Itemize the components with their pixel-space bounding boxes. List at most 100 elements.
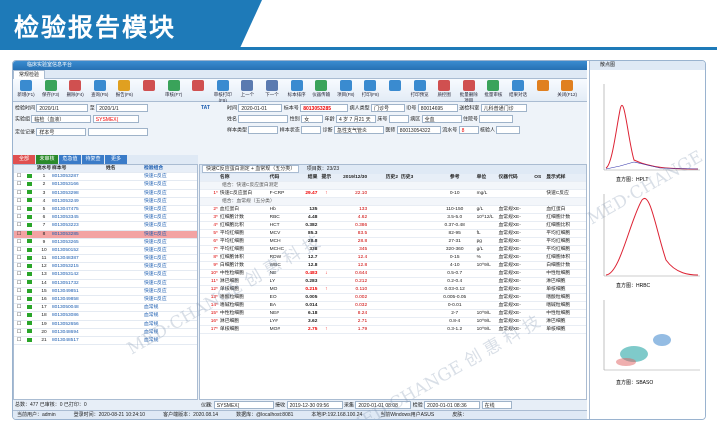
sample-checkbox[interactable]: ☐ [14,247,24,254]
sample-row[interactable]: ☐ 17 8013050048 血常规 [14,304,197,313]
sample-checkbox[interactable]: ☐ [14,288,24,295]
bed-input[interactable] [388,115,409,123]
sample-checkbox[interactable]: ☐ [14,280,24,287]
ward-select[interactable]: 全血 [421,115,462,123]
result-row[interactable]: 8* 红细胞体积 RDW 12.7 12.4 0-15% 血常规XE- 红细胞体积 [200,254,586,262]
sample-checkbox[interactable]: ☐ [14,206,24,213]
result-row[interactable]: 12* 单核细胞 MO 0.215 ↑ 0.110 0.03-0.12 血常规XE- 单核细胞 [200,286,586,294]
sex-select[interactable]: 女 [301,115,324,123]
toolbar-button-13[interactable]: 项目(F8) [335,80,357,98]
sample-no-input[interactable]: 8013053285 [300,104,349,112]
name-input[interactable] [238,115,289,123]
sample-checkbox[interactable]: ☐ [14,263,24,270]
diagnosis-input[interactable]: 急性支气管炎 [334,126,384,134]
toolbar-button-7[interactable] [187,80,209,92]
sample-row[interactable]: ☐ 9 8013053265 快速C反应 [14,239,197,247]
status-select[interactable]: 在线 [481,401,512,409]
sample-row[interactable]: ☐ 5 8013047475 快速C反应 [14,206,197,215]
result-row[interactable]: 9* 白细胞计数 WBC 12.8 12.8 4-10 10^9/L 血常规XE- 白细胞计数 [200,262,586,270]
toolbar-button-1[interactable]: 保存(F3) [40,80,62,98]
toolbar-button-9[interactable]: 上一个 [236,80,258,98]
result-tab[interactable]: 快速C反应蛋白测定 + 血常规（五分类） [202,165,300,173]
left-tab-2[interactable]: 危急值 [59,155,81,164]
toolbar-button-19[interactable]: 批量审核 [482,80,504,98]
toolbar-button-11[interactable]: 标本排序 [286,80,308,98]
sample-checkbox[interactable]: ☐ [14,222,24,229]
dept-select[interactable]: 儿科普通门诊 [480,104,527,112]
group-select[interactable]: 临检（血液） [31,115,92,123]
sample-state-select[interactable] [301,126,322,134]
result-row[interactable]: 17* 单核细胞 MO# 2.75 ↑ 1.79 0.3-1.2 10^9/L 血常规XE- 单核… [200,326,586,334]
toolbar-button-5[interactable] [138,80,160,92]
left-tab-0[interactable]: 全部 [13,155,35,164]
sample-checkbox[interactable]: ☐ [14,173,24,180]
sample-row[interactable]: ☐ 8 8013053285 快速C反应 [14,230,197,239]
result-row[interactable]: 7* 平均红细胞 MCHC 338 345 320-360 g/L 血常规XE- 平均红细胞 [200,246,586,254]
bottom-instrument-input[interactable]: SYSMEX( [213,401,274,409]
toolbar-button-10[interactable]: 下一个 [261,80,283,98]
sample-type-select[interactable] [248,126,279,134]
visit-type-select[interactable]: 门诊号 [371,104,405,112]
id-input[interactable]: 80014695 [417,104,458,112]
checker-input[interactable] [496,126,521,134]
toolbar-button-0[interactable]: 新增(F1) [15,80,37,98]
result-row[interactable]: 13* 嗜酸粒细胞 EO 0.005 0.002 0.005-0.05 血常规XE- 嗜酸粒细… [200,294,586,302]
result-row[interactable]: 3* 红细胞计数 RBC 4.48 4.62 3.5-5.0 10^12/L 血常规XE- 红细… [200,214,586,222]
sample-checkbox[interactable]: ☐ [14,312,24,319]
sample-row[interactable]: ☐ 20 8013048694 血常规 [14,329,197,337]
result-row[interactable]: 11* 淋巴细胞 LY 0.283 0.212 0.2-0.4 血常规XE- 淋巴细胞 [200,278,586,286]
sample-row[interactable]: ☐ 14 8013051732 快速C反应 [14,280,197,288]
toolbar-button-15[interactable] [384,80,406,92]
serial-input[interactable]: 8 [458,126,479,134]
toolbar-button-14[interactable]: 打印(F8) [359,80,381,98]
sample-checkbox[interactable]: ☐ [14,181,24,188]
sample-checkbox[interactable]: ☐ [14,337,24,344]
toolbar-button-8[interactable]: 审核打印(F9) [212,80,234,103]
sample-row[interactable]: ☐ 11 8013048387 快速C反应 [14,255,197,264]
result-row[interactable]: 16* 淋巴细胞 LY# 3.62 2.71 0.8-4 10^9/L 血常规XE- 淋巴细胞 [200,318,586,326]
receive-time-input[interactable]: 2019-12-30 09:56 [286,401,343,409]
result-row[interactable]: 6* 平均红细胞 MCH 28.8 28.8 27-31 pg 血常规XE- 平均红细胞 [200,238,586,246]
sample-row[interactable]: ☐ 10 8013050152 快速C反应 [14,247,197,256]
sample-row[interactable]: ☐ 7 8013053223 快速C反应 [14,222,197,231]
sample-checkbox[interactable]: ☐ [14,231,24,238]
age-input[interactable]: 4 岁 7 月21 天 [336,115,376,123]
toolbar-button-3[interactable]: 查询(F5) [89,80,111,98]
toolbar-button-16[interactable]: 打印预览 [409,80,431,98]
date-to-input[interactable]: 2020/1/1 [96,104,149,112]
doctor-input[interactable]: 80013054322 [396,126,441,134]
left-tab-3[interactable]: 待复查 [82,155,104,164]
sample-checkbox[interactable]: ☐ [14,329,24,336]
sample-checkbox[interactable]: ☐ [14,296,24,303]
result-row[interactable]: 15* 中性粒细胞 NE# 6.18 8.24 2-7 10^9/L 血常规XE- 中性粒细胞 [200,310,586,318]
toolbar-button-20[interactable]: 结果对话 [507,80,529,98]
toolbar-button-6[interactable]: 审核(F7) [163,80,185,98]
toolbar-button-17[interactable]: 质控图 [433,80,455,98]
sample-row[interactable]: ☐ 15 8013049851 快速C反应 [14,288,197,296]
sample-row[interactable]: ☐ 12 8013053215 快速C反应 [14,263,197,272]
sample-row[interactable]: ☐ 1 8013053287 快速C反应 [14,173,197,182]
sample-checkbox[interactable]: ☐ [14,321,24,328]
sample-row[interactable]: ☐ 2 8013053166 快速C反应 [14,181,197,190]
result-row[interactable]: 4* 红细胞比积 HCT 0.382 0.386 0.37-0.48 血常规XE- 红细胞比积 [200,222,586,230]
result-row[interactable]: 14* 嗜碱粒细胞 BA 0.014 0.032 0-0.01 血常规XE- 嗜碱粒细胞 [200,302,586,310]
toolbar-button-12[interactable]: 仪器传输 [310,80,332,98]
toolbar-button-21[interactable] [532,80,554,92]
sample-row[interactable]: ☐ 3 8013053298 快速C反应 [14,190,197,198]
left-tab-4[interactable]: 更多 [105,155,127,164]
locate-select[interactable]: 样本号 [36,128,87,136]
date-from-input[interactable]: 2020/1/1 [36,104,89,112]
locate-input[interactable] [87,128,148,136]
result-row[interactable]: 2* 血红蛋白 Hb 135 133 110-150 g/L 血常规XE- 血红蛋白 [200,206,586,214]
sample-row[interactable]: ☐ 21 8013048517 血常规 [14,337,197,346]
sample-checkbox[interactable]: ☐ [14,198,24,205]
toolbar-button-18[interactable]: 批量删除项目 [458,80,480,104]
sample-checkbox[interactable]: ☐ [14,239,24,246]
sample-checkbox[interactable]: ☐ [14,304,24,311]
sample-row[interactable]: ☐ 16 8013049858 快速C反应 [14,296,197,305]
sample-row[interactable]: ☐ 18 8013053086 血常规 [14,312,197,321]
toolbar-button-4[interactable]: 报告(F6) [113,80,135,98]
sample-row[interactable]: ☐ 19 8013052656 血常规 [14,321,197,329]
sample-checkbox[interactable]: ☐ [14,214,24,221]
tab-routine-test[interactable]: 常规检验 [13,70,46,79]
